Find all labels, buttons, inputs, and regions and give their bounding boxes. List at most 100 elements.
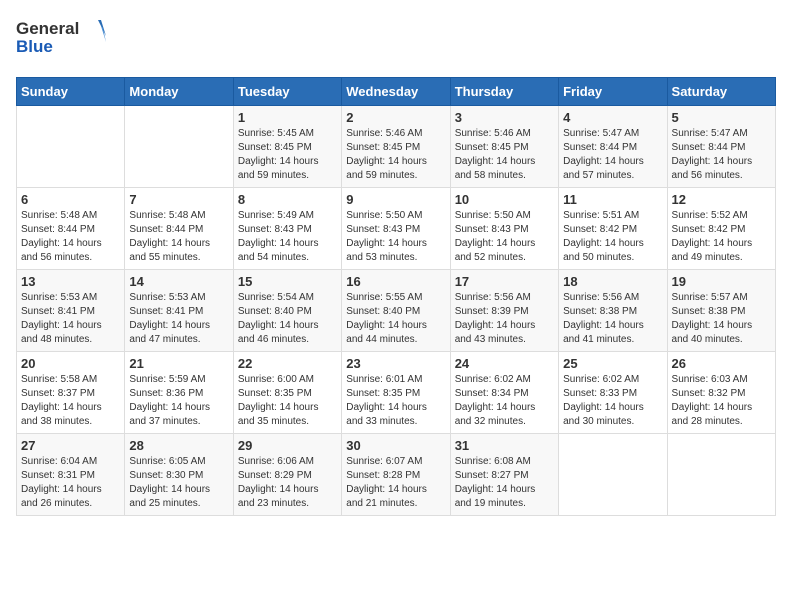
day-cell: 21 Sunrise: 5:59 AM Sunset: 8:36 PM Dayli… bbox=[125, 352, 233, 434]
day-info: Sunrise: 5:59 AM Sunset: 8:36 PM Dayligh… bbox=[129, 373, 228, 429]
day-cell: 28 Sunrise: 6:05 AM Sunset: 8:30 PM Dayli… bbox=[125, 434, 233, 516]
day-number: 12 bbox=[672, 192, 771, 207]
day-info: Sunrise: 6:00 AM Sunset: 8:35 PM Dayligh… bbox=[238, 373, 337, 429]
day-info: Sunrise: 5:57 AM Sunset: 8:38 PM Dayligh… bbox=[672, 291, 771, 347]
day-cell: 2 Sunrise: 5:46 AM Sunset: 8:45 PM Daylig… bbox=[342, 106, 450, 188]
header: General Blue bbox=[16, 16, 776, 65]
day-number: 30 bbox=[346, 438, 445, 453]
day-info: Sunrise: 6:04 AM Sunset: 8:31 PM Dayligh… bbox=[21, 455, 120, 511]
svg-text:Blue: Blue bbox=[16, 37, 53, 56]
day-number: 27 bbox=[21, 438, 120, 453]
header-day-saturday: Saturday bbox=[667, 78, 775, 106]
day-info: Sunrise: 6:01 AM Sunset: 8:35 PM Dayligh… bbox=[346, 373, 445, 429]
day-number: 5 bbox=[672, 110, 771, 125]
day-info: Sunrise: 5:54 AM Sunset: 8:40 PM Dayligh… bbox=[238, 291, 337, 347]
day-cell: 9 Sunrise: 5:50 AM Sunset: 8:43 PM Daylig… bbox=[342, 188, 450, 270]
header-day-sunday: Sunday bbox=[17, 78, 125, 106]
header-day-monday: Monday bbox=[125, 78, 233, 106]
header-day-thursday: Thursday bbox=[450, 78, 558, 106]
day-cell: 31 Sunrise: 6:08 AM Sunset: 8:27 PM Dayli… bbox=[450, 434, 558, 516]
week-row-2: 13 Sunrise: 5:53 AM Sunset: 8:41 PM Dayli… bbox=[17, 270, 776, 352]
day-cell: 25 Sunrise: 6:02 AM Sunset: 8:33 PM Dayli… bbox=[559, 352, 667, 434]
day-cell: 11 Sunrise: 5:51 AM Sunset: 8:42 PM Dayli… bbox=[559, 188, 667, 270]
day-cell: 13 Sunrise: 5:53 AM Sunset: 8:41 PM Dayli… bbox=[17, 270, 125, 352]
day-cell: 5 Sunrise: 5:47 AM Sunset: 8:44 PM Daylig… bbox=[667, 106, 775, 188]
day-info: Sunrise: 6:02 AM Sunset: 8:33 PM Dayligh… bbox=[563, 373, 662, 429]
day-number: 6 bbox=[21, 192, 120, 207]
week-row-0: 1 Sunrise: 5:45 AM Sunset: 8:45 PM Daylig… bbox=[17, 106, 776, 188]
day-cell: 7Sunrise: 5:48 AM Sunset: 8:44 PM Daylig… bbox=[125, 188, 233, 270]
day-info: Sunrise: 5:46 AM Sunset: 8:45 PM Dayligh… bbox=[455, 127, 554, 183]
day-cell: 1 Sunrise: 5:45 AM Sunset: 8:45 PM Daylig… bbox=[233, 106, 341, 188]
day-number: 21 bbox=[129, 356, 228, 371]
day-info: Sunrise: 5:50 AM Sunset: 8:43 PM Dayligh… bbox=[455, 209, 554, 265]
day-cell: 16Sunrise: 5:55 AM Sunset: 8:40 PM Dayli… bbox=[342, 270, 450, 352]
header-day-friday: Friday bbox=[559, 78, 667, 106]
week-row-4: 27 Sunrise: 6:04 AM Sunset: 8:31 PM Dayli… bbox=[17, 434, 776, 516]
day-number: 18 bbox=[563, 274, 662, 289]
day-info: Sunrise: 6:05 AM Sunset: 8:30 PM Dayligh… bbox=[129, 455, 228, 511]
day-info: Sunrise: 5:47 AM Sunset: 8:44 PM Dayligh… bbox=[672, 127, 771, 183]
day-number: 2 bbox=[346, 110, 445, 125]
day-info: Sunrise: 6:07 AM Sunset: 8:28 PM Dayligh… bbox=[346, 455, 445, 511]
week-row-1: 6Sunrise: 5:48 AM Sunset: 8:44 PM Daylig… bbox=[17, 188, 776, 270]
day-info: Sunrise: 6:02 AM Sunset: 8:34 PM Dayligh… bbox=[455, 373, 554, 429]
day-number: 31 bbox=[455, 438, 554, 453]
day-number: 26 bbox=[672, 356, 771, 371]
day-number: 25 bbox=[563, 356, 662, 371]
day-cell: 30 Sunrise: 6:07 AM Sunset: 8:28 PM Dayli… bbox=[342, 434, 450, 516]
day-cell: 8 Sunrise: 5:49 AM Sunset: 8:43 PM Daylig… bbox=[233, 188, 341, 270]
day-cell: 15Sunrise: 5:54 AM Sunset: 8:40 PM Dayli… bbox=[233, 270, 341, 352]
calendar-header: SundayMondayTuesdayWednesdayThursdayFrid… bbox=[17, 78, 776, 106]
day-number: 29 bbox=[238, 438, 337, 453]
day-info: Sunrise: 5:50 AM Sunset: 8:43 PM Dayligh… bbox=[346, 209, 445, 265]
day-cell: 27 Sunrise: 6:04 AM Sunset: 8:31 PM Dayli… bbox=[17, 434, 125, 516]
day-number: 22 bbox=[238, 356, 337, 371]
day-cell: 17Sunrise: 5:56 AM Sunset: 8:39 PM Dayli… bbox=[450, 270, 558, 352]
day-cell: 26 Sunrise: 6:03 AM Sunset: 8:32 PM Dayli… bbox=[667, 352, 775, 434]
calendar-table: SundayMondayTuesdayWednesdayThursdayFrid… bbox=[16, 77, 776, 516]
day-cell: 12Sunrise: 5:52 AM Sunset: 8:42 PM Dayli… bbox=[667, 188, 775, 270]
day-info: Sunrise: 5:53 AM Sunset: 8:41 PM Dayligh… bbox=[21, 291, 120, 347]
day-info: Sunrise: 5:58 AM Sunset: 8:37 PM Dayligh… bbox=[21, 373, 120, 429]
day-cell: 10 Sunrise: 5:50 AM Sunset: 8:43 PM Dayli… bbox=[450, 188, 558, 270]
day-info: Sunrise: 6:06 AM Sunset: 8:29 PM Dayligh… bbox=[238, 455, 337, 511]
day-info: Sunrise: 5:47 AM Sunset: 8:44 PM Dayligh… bbox=[563, 127, 662, 183]
week-row-3: 20Sunrise: 5:58 AM Sunset: 8:37 PM Dayli… bbox=[17, 352, 776, 434]
header-row: SundayMondayTuesdayWednesdayThursdayFrid… bbox=[17, 78, 776, 106]
day-number: 23 bbox=[346, 356, 445, 371]
day-number: 17 bbox=[455, 274, 554, 289]
day-number: 4 bbox=[563, 110, 662, 125]
logo: General Blue bbox=[16, 16, 106, 65]
day-info: Sunrise: 6:03 AM Sunset: 8:32 PM Dayligh… bbox=[672, 373, 771, 429]
header-day-tuesday: Tuesday bbox=[233, 78, 341, 106]
day-number: 11 bbox=[563, 192, 662, 207]
day-number: 8 bbox=[238, 192, 337, 207]
day-info: Sunrise: 5:46 AM Sunset: 8:45 PM Dayligh… bbox=[346, 127, 445, 183]
day-cell: 14Sunrise: 5:53 AM Sunset: 8:41 PM Dayli… bbox=[125, 270, 233, 352]
day-number: 10 bbox=[455, 192, 554, 207]
day-cell: 19Sunrise: 5:57 AM Sunset: 8:38 PM Dayli… bbox=[667, 270, 775, 352]
day-info: Sunrise: 5:55 AM Sunset: 8:40 PM Dayligh… bbox=[346, 291, 445, 347]
day-cell bbox=[667, 434, 775, 516]
calendar-body: 1 Sunrise: 5:45 AM Sunset: 8:45 PM Daylig… bbox=[17, 106, 776, 516]
day-number: 3 bbox=[455, 110, 554, 125]
day-cell: 18Sunrise: 5:56 AM Sunset: 8:38 PM Dayli… bbox=[559, 270, 667, 352]
day-number: 13 bbox=[21, 274, 120, 289]
day-number: 9 bbox=[346, 192, 445, 207]
day-info: Sunrise: 5:49 AM Sunset: 8:43 PM Dayligh… bbox=[238, 209, 337, 265]
day-number: 14 bbox=[129, 274, 228, 289]
day-cell: 22 Sunrise: 6:00 AM Sunset: 8:35 PM Dayli… bbox=[233, 352, 341, 434]
day-cell bbox=[559, 434, 667, 516]
day-number: 28 bbox=[129, 438, 228, 453]
day-cell bbox=[17, 106, 125, 188]
day-info: Sunrise: 6:08 AM Sunset: 8:27 PM Dayligh… bbox=[455, 455, 554, 511]
day-cell: 24Sunrise: 6:02 AM Sunset: 8:34 PM Dayli… bbox=[450, 352, 558, 434]
day-number: 1 bbox=[238, 110, 337, 125]
header-day-wednesday: Wednesday bbox=[342, 78, 450, 106]
day-number: 7 bbox=[129, 192, 228, 207]
day-cell: 6Sunrise: 5:48 AM Sunset: 8:44 PM Daylig… bbox=[17, 188, 125, 270]
day-cell: 20Sunrise: 5:58 AM Sunset: 8:37 PM Dayli… bbox=[17, 352, 125, 434]
day-info: Sunrise: 5:45 AM Sunset: 8:45 PM Dayligh… bbox=[238, 127, 337, 183]
day-info: Sunrise: 5:51 AM Sunset: 8:42 PM Dayligh… bbox=[563, 209, 662, 265]
